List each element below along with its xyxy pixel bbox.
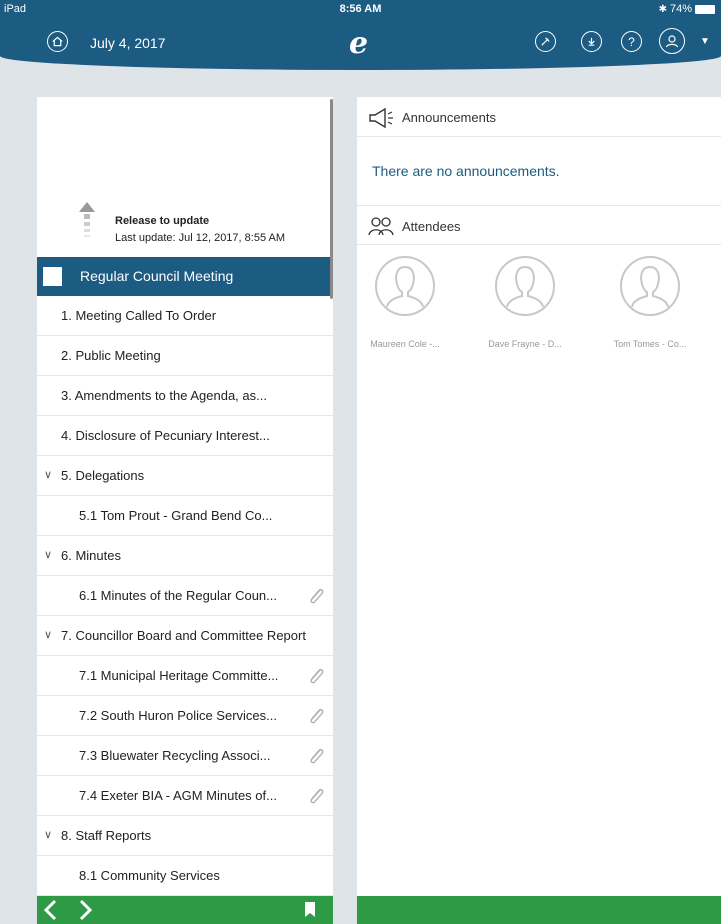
paperclip-icon[interactable] — [307, 586, 325, 606]
details-footer — [357, 896, 721, 924]
attendee-name: Dave Frayne - D... — [488, 339, 562, 349]
battery-icon — [695, 4, 715, 14]
paperclip-icon[interactable] — [307, 786, 325, 806]
next-icon[interactable] — [75, 898, 95, 922]
avatar — [375, 256, 435, 316]
agenda-section-reports[interactable]: ∨ 7. Councillor Board and Committee Repo… — [37, 616, 333, 656]
announcements-header: Announcements — [357, 97, 721, 137]
chevron-down-icon[interactable]: ▼ — [700, 36, 710, 47]
pull-to-refresh: Release to update Last update: Jul 12, 2… — [37, 97, 333, 257]
scrollbar[interactable] — [330, 99, 333, 299]
status-bar: iPad 8:56 AM ✱ 74% — [0, 0, 721, 20]
avatar — [620, 256, 680, 316]
attendee-name: Tom Tomes - Co... — [613, 339, 687, 349]
chevron-down-icon[interactable]: ∨ — [44, 468, 52, 481]
agenda-section-staff-reports[interactable]: ∨ 8. Staff Reports — [37, 816, 333, 856]
logo: e — [349, 26, 369, 61]
agenda-footer — [37, 896, 333, 924]
bluetooth-icon: ✱ — [658, 3, 667, 15]
home-icon[interactable] — [47, 31, 68, 52]
chevron-down-icon[interactable]: ∨ — [44, 628, 52, 641]
pin-icon[interactable] — [535, 31, 556, 52]
arrow-up-icon — [79, 202, 95, 237]
agenda-subitem[interactable]: 6.1 Minutes of the Regular Coun... — [37, 576, 333, 616]
agenda-subitem[interactable]: 7.1 Municipal Heritage Committe... — [37, 656, 333, 696]
meeting-checkbox[interactable] — [43, 267, 62, 286]
app-header: iPad 8:56 AM ✱ 74% July 4, 2017 e ? ▼ — [0, 0, 721, 70]
agenda-item[interactable]: 1. Meeting Called To Order — [37, 296, 333, 336]
agenda-section-minutes[interactable]: ∨ 6. Minutes — [37, 536, 333, 576]
agenda-item[interactable]: 4. Disclosure of Pecuniary Interest... — [37, 416, 333, 456]
battery-percent: 74% — [669, 3, 692, 15]
agenda-panel: Release to update Last update: Jul 12, 2… — [37, 97, 333, 924]
agenda-selected-meeting[interactable]: Regular Council Meeting — [37, 257, 333, 296]
announcements-title: Announcements — [402, 110, 496, 125]
agenda-subitem[interactable]: 7.3 Bluewater Recycling Associ... — [37, 736, 333, 776]
paperclip-icon[interactable] — [307, 666, 325, 686]
attendees-header: Attendees — [357, 205, 721, 245]
chevron-down-icon[interactable]: ∨ — [44, 548, 52, 561]
profile-icon[interactable] — [659, 28, 685, 54]
no-announcements-text: There are no announcements. — [372, 163, 560, 179]
avatar — [495, 256, 555, 316]
refresh-label: Release to update — [115, 215, 210, 227]
megaphone-icon — [369, 107, 393, 128]
attendee[interactable]: Maureen Cole -... — [355, 255, 455, 349]
attendee[interactable]: Tom Tomes - Co... — [600, 255, 700, 349]
attendee-name: Maureen Cole -... — [370, 339, 440, 349]
download-icon[interactable] — [581, 31, 602, 52]
attendees-title: Attendees — [402, 219, 461, 234]
agenda-item[interactable]: 3. Amendments to the Agenda, as... — [37, 376, 333, 416]
paperclip-icon[interactable] — [307, 746, 325, 766]
status-time: 8:56 AM — [339, 3, 382, 15]
agenda-item[interactable]: 2. Public Meeting — [37, 336, 333, 376]
previous-icon[interactable] — [41, 898, 61, 922]
details-panel: Announcements There are no announcements… — [357, 97, 721, 924]
chevron-down-icon[interactable]: ∨ — [44, 828, 52, 841]
meeting-date: July 4, 2017 — [90, 35, 166, 51]
agenda-subitem[interactable]: 8.1 Community Services — [37, 856, 333, 896]
agenda-subitem[interactable]: 5.1 Tom Prout - Grand Bend Co... — [37, 496, 333, 536]
help-icon[interactable]: ? — [621, 31, 642, 52]
paperclip-icon[interactable] — [307, 706, 325, 726]
selected-meeting-label: Regular Council Meeting — [80, 268, 234, 284]
agenda-subitem[interactable]: 7.4 Exeter BIA - AGM Minutes of... — [37, 776, 333, 816]
agenda-section-delegations[interactable]: ∨ 5. Delegations — [37, 456, 333, 496]
bookmark-icon[interactable] — [305, 902, 315, 917]
last-update-label: Last update: Jul 12, 2017, 8:55 AM — [115, 232, 286, 244]
attendees-icon — [368, 217, 394, 236]
attendee[interactable]: Dave Frayne - D... — [475, 255, 575, 349]
agenda-subitem[interactable]: 7.2 South Huron Police Services... — [37, 696, 333, 736]
